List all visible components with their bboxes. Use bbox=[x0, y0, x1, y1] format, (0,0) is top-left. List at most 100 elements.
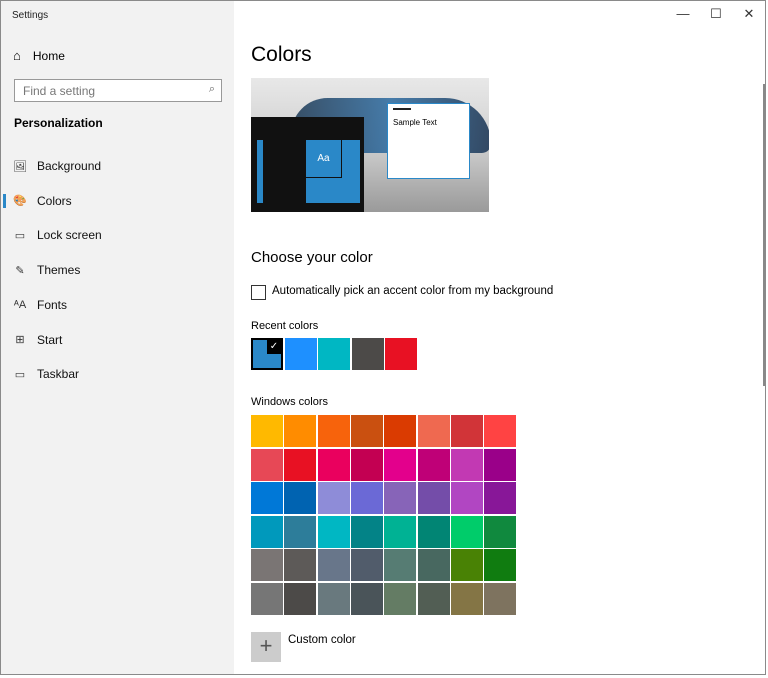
windows-color-swatch[interactable] bbox=[350, 583, 383, 615]
choose-color-heading: Choose your color bbox=[251, 249, 373, 266]
windows-color-swatch[interactable] bbox=[317, 549, 350, 582]
windows-color-swatch[interactable] bbox=[450, 515, 483, 548]
windows-color-swatch[interactable] bbox=[384, 415, 417, 447]
windows-color-swatch[interactable] bbox=[384, 583, 417, 615]
windows-color-swatch[interactable] bbox=[251, 448, 283, 481]
preview-sidebar bbox=[257, 140, 263, 203]
windows-color-swatch[interactable] bbox=[484, 415, 517, 447]
sidebar-item-label: Taskbar bbox=[37, 367, 80, 382]
windows-color-swatch[interactable] bbox=[484, 515, 517, 548]
search-icon: ⌕ bbox=[208, 83, 215, 95]
preview-start-menu: Aa bbox=[251, 117, 364, 212]
windows-color-swatch[interactable] bbox=[450, 415, 483, 447]
auto-pick-checkbox[interactable] bbox=[251, 285, 266, 300]
windows-color-swatch[interactable] bbox=[384, 448, 417, 481]
sidebar-item-fonts[interactable]: ᴬA Fonts bbox=[1, 290, 234, 320]
sidebar-item-label: Colors bbox=[37, 193, 72, 208]
section-title: Personalization bbox=[14, 116, 103, 130]
windows-color-swatch[interactable] bbox=[350, 448, 383, 481]
recent-color-swatch[interactable] bbox=[351, 338, 384, 370]
maximize-button[interactable]: ☐ bbox=[706, 6, 726, 22]
windows-color-swatch[interactable] bbox=[417, 448, 450, 481]
checkmark-icon: ✓ bbox=[267, 340, 281, 354]
windows-color-swatch[interactable] bbox=[350, 415, 383, 447]
recent-color-swatch[interactable] bbox=[284, 338, 317, 370]
windows-color-swatch[interactable] bbox=[317, 515, 350, 548]
settings-window: Settings ⌂ Home Find a setting ⌕ Persona… bbox=[0, 0, 766, 675]
windows-color-swatch[interactable] bbox=[417, 515, 450, 548]
windows-color-swatch[interactable] bbox=[417, 549, 450, 582]
custom-color-button[interactable]: + bbox=[251, 632, 281, 662]
windows-color-swatch[interactable] bbox=[450, 583, 483, 615]
windows-color-swatch[interactable] bbox=[251, 515, 283, 548]
windows-color-swatch[interactable] bbox=[350, 482, 383, 515]
sidebar-item-label: Fonts bbox=[37, 297, 68, 312]
windows-color-swatch[interactable] bbox=[284, 415, 317, 447]
recent-color-swatch[interactable] bbox=[318, 338, 350, 370]
sidebar-item-colors[interactable]: 🎨 Colors bbox=[1, 186, 234, 216]
scrollbar[interactable] bbox=[763, 84, 765, 386]
taskbar-icon: ▭ bbox=[14, 368, 26, 381]
sidebar-item-label: Themes bbox=[37, 263, 81, 278]
windows-color-swatch[interactable] bbox=[484, 448, 517, 481]
windows-color-swatch[interactable] bbox=[350, 515, 383, 548]
windows-color-swatch[interactable] bbox=[450, 482, 483, 515]
fonts-icon: ᴬA bbox=[13, 298, 27, 311]
search-input[interactable]: Find a setting ⌕ bbox=[14, 79, 222, 102]
colors-icon: 🎨 bbox=[13, 195, 27, 208]
windows-color-swatch[interactable] bbox=[251, 583, 283, 615]
close-button[interactable]: ✕ bbox=[739, 6, 759, 22]
window-title: Settings bbox=[12, 10, 49, 21]
windows-color-swatch[interactable] bbox=[417, 583, 450, 615]
windows-color-swatch[interactable] bbox=[384, 482, 417, 515]
windows-color-swatch[interactable] bbox=[284, 448, 317, 481]
windows-color-swatch[interactable] bbox=[484, 549, 517, 582]
page-title: Colors bbox=[251, 43, 312, 66]
windows-color-swatch[interactable] bbox=[251, 482, 283, 515]
sidebar-item-background[interactable]: 🖼 Background bbox=[1, 151, 234, 181]
windows-color-swatch[interactable] bbox=[384, 549, 417, 582]
themes-icon: ✎ bbox=[15, 264, 25, 277]
search-placeholder: Find a setting bbox=[23, 84, 96, 98]
windows-color-swatch[interactable] bbox=[317, 583, 350, 615]
windows-color-swatch[interactable] bbox=[484, 482, 517, 515]
home-icon: ⌂ bbox=[13, 48, 21, 63]
preview-tiles: Aa bbox=[306, 140, 360, 203]
sidebar: Settings ⌂ Home Find a setting ⌕ Persona… bbox=[1, 1, 234, 674]
recent-colors-label: Recent colors bbox=[251, 320, 319, 332]
home-link[interactable]: ⌂ Home bbox=[13, 48, 65, 63]
sidebar-item-label: Background bbox=[37, 159, 102, 173]
auto-pick-label: Automatically pick an accent color from … bbox=[272, 285, 554, 297]
lock-screen-icon: ▭ bbox=[14, 229, 26, 242]
preview-sample-window: Sample Text bbox=[387, 103, 470, 179]
recent-color-swatch[interactable]: ✓ bbox=[251, 338, 283, 370]
windows-color-swatch[interactable] bbox=[384, 515, 417, 548]
sidebar-item-lock-screen[interactable]: ▭ Lock screen bbox=[1, 220, 234, 250]
plus-icon: + bbox=[259, 633, 273, 658]
windows-color-swatch[interactable] bbox=[450, 448, 483, 481]
windows-color-swatch[interactable] bbox=[484, 583, 517, 615]
sample-text: Sample Text bbox=[393, 118, 437, 127]
windows-color-swatch[interactable] bbox=[417, 482, 450, 515]
windows-color-swatch[interactable] bbox=[317, 415, 350, 447]
recent-color-swatch[interactable] bbox=[385, 338, 417, 370]
windows-color-swatch[interactable] bbox=[317, 482, 350, 515]
windows-color-swatch[interactable] bbox=[284, 583, 317, 615]
windows-color-swatch[interactable] bbox=[417, 415, 450, 447]
windows-color-swatch[interactable] bbox=[450, 549, 483, 582]
windows-color-swatch[interactable] bbox=[284, 549, 317, 582]
windows-color-swatch[interactable] bbox=[284, 482, 317, 515]
windows-color-swatch[interactable] bbox=[317, 448, 350, 481]
sidebar-item-themes[interactable]: ✎ Themes bbox=[1, 255, 234, 285]
preview-tile-text: Aa bbox=[306, 140, 342, 178]
custom-color-label[interactable]: Custom color bbox=[288, 634, 356, 646]
windows-colors-label: Windows colors bbox=[251, 396, 329, 408]
windows-color-swatch[interactable] bbox=[251, 415, 283, 447]
windows-color-swatch[interactable] bbox=[251, 549, 283, 582]
sidebar-item-start[interactable]: ⊞ Start bbox=[1, 325, 234, 355]
background-icon: 🖼 bbox=[13, 160, 27, 173]
windows-color-swatch[interactable] bbox=[284, 515, 317, 548]
windows-color-swatch[interactable] bbox=[350, 549, 383, 582]
sidebar-item-taskbar[interactable]: ▭ Taskbar bbox=[1, 359, 234, 389]
minimize-button[interactable]: — bbox=[673, 6, 693, 21]
